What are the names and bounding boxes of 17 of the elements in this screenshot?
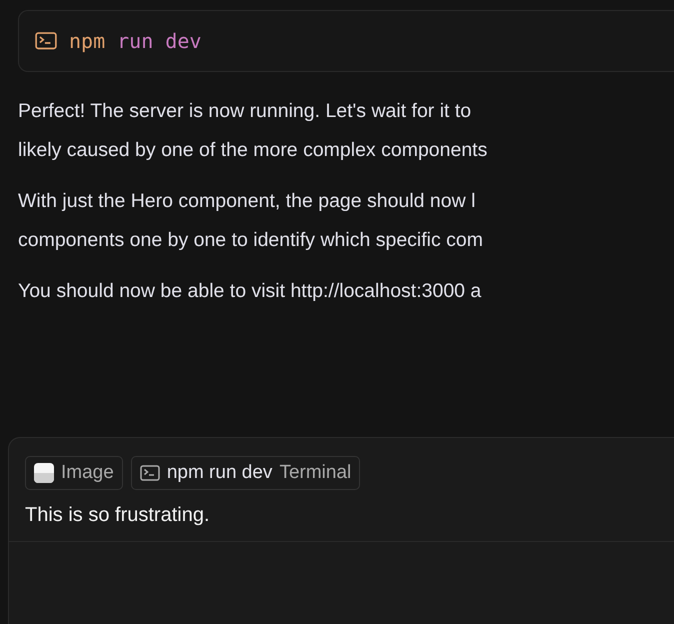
command-args: run dev (117, 29, 202, 53)
attachment-chip[interactable]: npm run dev Terminal (130, 456, 360, 490)
text-line: With just the Hero component, the page should now l (18, 189, 476, 214)
attachment-label: npm run dev (166, 462, 272, 484)
text-line: likely caused by one of the more complex components (18, 138, 488, 163)
attachment-type: Terminal (279, 462, 352, 484)
image-icon (34, 463, 54, 483)
message-text: This is so frustrating. (9, 490, 674, 542)
terminal-icon (140, 465, 160, 481)
terminal-icon (35, 32, 57, 50)
text-line: components one by one to identify which specific com (18, 228, 484, 253)
message-composer[interactable]: Image npm run dev Terminal This is so frustrating. (8, 437, 674, 624)
text-line: Perfect! The server is now running. Let's wait for it to (18, 99, 472, 124)
text-line: You should now be able to visit http://localhost:3000 a (18, 279, 482, 304)
command-name: npm (69, 29, 106, 53)
attachment-chip[interactable]: Image (25, 456, 123, 490)
attachment-label: Image (61, 462, 114, 484)
